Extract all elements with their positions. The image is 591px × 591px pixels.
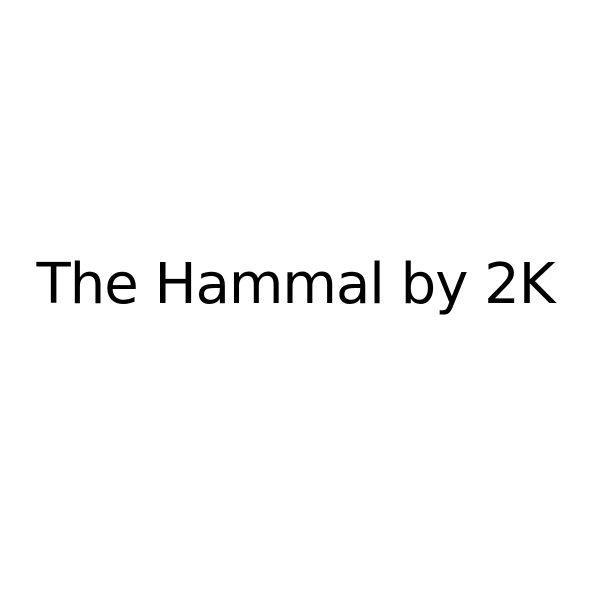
canvas: The Hammal by 2K (0, 0, 591, 591)
main-text: The Hammal by 2K (36, 252, 556, 317)
